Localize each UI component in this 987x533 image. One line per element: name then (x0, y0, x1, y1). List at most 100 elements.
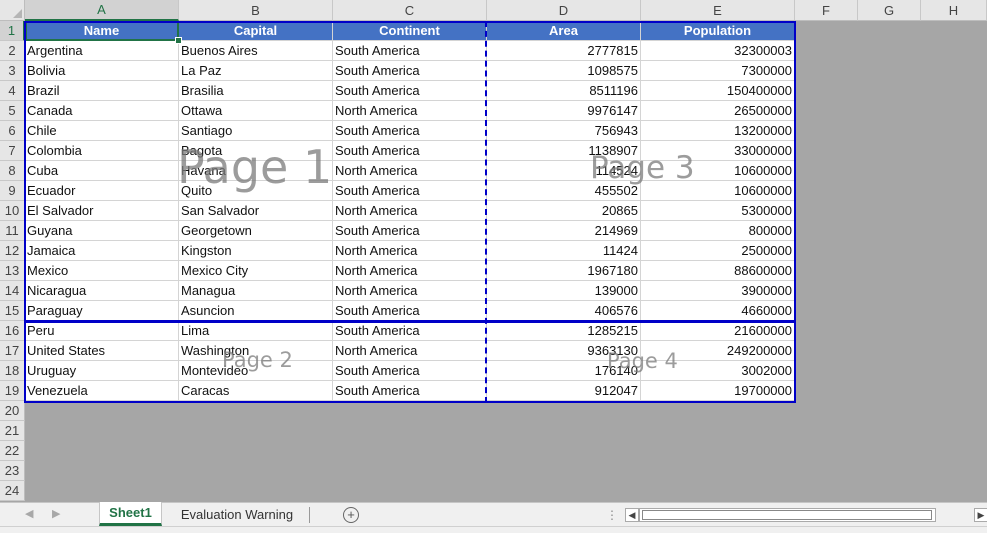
table-cell[interactable]: 21600000 (641, 321, 795, 341)
row-header-24[interactable]: 24 (0, 481, 25, 501)
column-header-c[interactable]: C (333, 0, 487, 21)
table-cell[interactable]: 139000 (487, 281, 641, 301)
empty-cell[interactable] (795, 61, 858, 81)
caret-right-icon[interactable]: ▶ (974, 508, 987, 522)
table-cell[interactable]: Havana (179, 161, 333, 181)
row-header-16[interactable]: 16 (0, 321, 25, 341)
table-cell[interactable]: Lima (179, 321, 333, 341)
empty-cell[interactable] (921, 141, 987, 161)
column-header-a[interactable]: A (25, 0, 179, 21)
table-cell[interactable]: Colombia (25, 141, 179, 161)
column-header-h[interactable]: H (921, 0, 987, 21)
table-cell[interactable]: 2777815 (487, 41, 641, 61)
table-cell[interactable]: Ottawa (179, 101, 333, 121)
empty-cell[interactable] (795, 41, 858, 61)
table-cell[interactable]: Cuba (25, 161, 179, 181)
table-cell[interactable]: 9363130 (487, 341, 641, 361)
empty-cell[interactable] (795, 121, 858, 141)
table-cell[interactable]: Georgetown (179, 221, 333, 241)
table-cell[interactable]: 19700000 (641, 381, 795, 401)
table-cell[interactable]: Argentina (25, 41, 179, 61)
empty-cell[interactable] (858, 81, 921, 101)
row-header-15[interactable]: 15 (0, 301, 25, 321)
empty-cell[interactable] (921, 321, 987, 341)
empty-cell[interactable] (921, 461, 987, 481)
table-cell[interactable]: North America (333, 201, 487, 221)
table-cell[interactable]: North America (333, 261, 487, 281)
empty-cell[interactable] (25, 461, 179, 481)
empty-cell[interactable] (795, 181, 858, 201)
row-header-20[interactable]: 20 (0, 401, 25, 421)
empty-cell[interactable] (795, 261, 858, 281)
empty-cell[interactable] (858, 421, 921, 441)
row-header-11[interactable]: 11 (0, 221, 25, 241)
empty-cell[interactable] (795, 421, 858, 441)
empty-cell[interactable] (858, 281, 921, 301)
row-header-5[interactable]: 5 (0, 101, 25, 121)
empty-cell[interactable] (487, 461, 641, 481)
empty-cell[interactable] (858, 241, 921, 261)
table-cell[interactable]: Asuncion (179, 301, 333, 321)
empty-cell[interactable] (858, 381, 921, 401)
table-cell[interactable]: 9976147 (487, 101, 641, 121)
empty-cell[interactable] (921, 61, 987, 81)
table-cell[interactable]: 800000 (641, 221, 795, 241)
empty-cell[interactable] (641, 481, 795, 501)
table-header-cell[interactable]: Name (25, 21, 179, 41)
empty-cell[interactable] (179, 461, 333, 481)
table-cell[interactable]: Brasilia (179, 81, 333, 101)
empty-cell[interactable] (333, 441, 487, 461)
table-cell[interactable]: Uruguay (25, 361, 179, 381)
table-cell[interactable]: 4660000 (641, 301, 795, 321)
table-header-cell[interactable]: Capital (179, 21, 333, 41)
tab-prev-icon[interactable]: ◀ (25, 507, 33, 520)
empty-cell[interactable] (333, 461, 487, 481)
empty-cell[interactable] (921, 481, 987, 501)
empty-cell[interactable] (921, 401, 987, 421)
row-header-23[interactable]: 23 (0, 461, 25, 481)
table-cell[interactable]: Washington (179, 341, 333, 361)
empty-cell[interactable] (921, 281, 987, 301)
row-header-6[interactable]: 6 (0, 121, 25, 141)
empty-cell[interactable] (487, 481, 641, 501)
empty-cell[interactable] (795, 341, 858, 361)
table-cell[interactable]: South America (333, 61, 487, 81)
empty-cell[interactable] (921, 21, 987, 41)
table-cell[interactable]: 10600000 (641, 181, 795, 201)
row-header-10[interactable]: 10 (0, 201, 25, 221)
table-cell[interactable]: South America (333, 301, 487, 321)
table-cell[interactable]: 20865 (487, 201, 641, 221)
empty-cell[interactable] (795, 461, 858, 481)
table-cell[interactable]: Quito (179, 181, 333, 201)
table-cell[interactable]: 756943 (487, 121, 641, 141)
empty-cell[interactable] (487, 441, 641, 461)
select-all-corner[interactable] (0, 0, 25, 21)
table-cell[interactable]: 7300000 (641, 61, 795, 81)
table-cell[interactable]: United States (25, 341, 179, 361)
spreadsheet-grid[interactable]: ABCDEFGH 1 2 3 4 5 6 7 8 9 10 11 12 13 14 15 16 17 18 19 20… (0, 0, 987, 502)
table-cell[interactable]: North America (333, 341, 487, 361)
table-cell[interactable]: 455502 (487, 181, 641, 201)
tab-next-icon[interactable]: ▶ (52, 507, 60, 520)
empty-cell[interactable] (487, 421, 641, 441)
table-cell[interactable]: South America (333, 41, 487, 61)
empty-cell[interactable] (858, 21, 921, 41)
table-cell[interactable]: Buenos Aires (179, 41, 333, 61)
table-cell[interactable]: South America (333, 141, 487, 161)
table-cell[interactable]: Mexico City (179, 261, 333, 281)
table-header-cell[interactable]: Area (487, 21, 641, 41)
row-header-17[interactable]: 17 (0, 341, 25, 361)
table-cell[interactable]: South America (333, 181, 487, 201)
empty-cell[interactable] (921, 381, 987, 401)
empty-cell[interactable] (921, 241, 987, 261)
empty-cell[interactable] (921, 81, 987, 101)
row-header-18[interactable]: 18 (0, 361, 25, 381)
empty-cell[interactable] (858, 221, 921, 241)
empty-cell[interactable] (921, 301, 987, 321)
column-header-b[interactable]: B (179, 0, 333, 21)
empty-cell[interactable] (858, 481, 921, 501)
empty-cell[interactable] (795, 81, 858, 101)
empty-cell[interactable] (858, 261, 921, 281)
row-header-3[interactable]: 3 (0, 61, 25, 81)
empty-cell[interactable] (858, 141, 921, 161)
